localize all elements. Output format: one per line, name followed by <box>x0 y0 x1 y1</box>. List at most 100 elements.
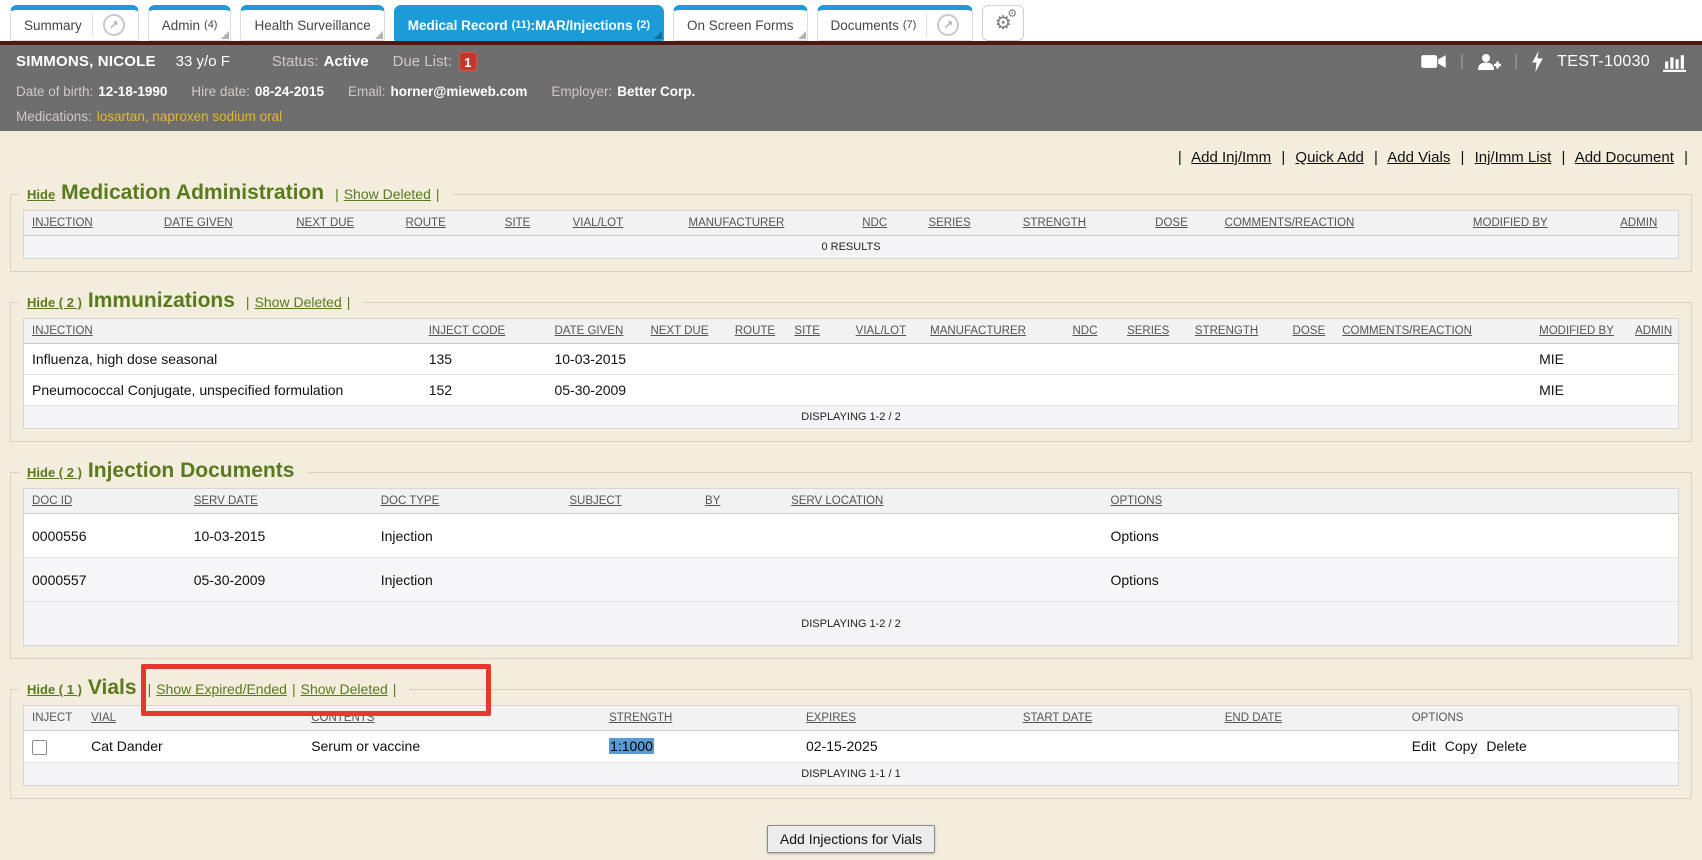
show-expired-ended-link[interactable]: Show Expired/Ended <box>156 676 287 702</box>
add-injections-for-vials-button[interactable]: Add Injections for Vials <box>767 825 935 853</box>
column-header[interactable]: NEXT DUE <box>650 325 708 337</box>
add-person-icon[interactable] <box>1477 53 1501 71</box>
column-header[interactable]: VIAL/LOT <box>573 217 624 229</box>
show-deleted-link[interactable]: Show Deleted <box>344 181 431 207</box>
tab-medical-record-count2: (2) <box>637 19 650 31</box>
column-header[interactable]: INJECT CODE <box>429 325 505 337</box>
column-header[interactable]: BY <box>705 495 720 507</box>
vial-select-checkbox[interactable] <box>32 740 47 755</box>
table-row[interactable]: Influenza, high dose seasonal 135 10-03-… <box>24 344 1679 375</box>
column-header[interactable]: SERV LOCATION <box>791 495 883 507</box>
quick-add-link[interactable]: Quick Add <box>1295 149 1363 166</box>
column-header[interactable]: MANUFACTURER <box>930 325 1026 337</box>
column-header[interactable]: INJECTION <box>32 217 93 229</box>
column-header[interactable]: SERIES <box>928 217 970 229</box>
table-row[interactable]: 0000556 10-03-2015 Injection Options <box>24 514 1679 558</box>
add-document-link[interactable]: Add Document <box>1575 149 1674 166</box>
column-header[interactable]: DATE GIVEN <box>164 217 233 229</box>
column-header[interactable]: ADMIN <box>1635 325 1672 337</box>
column-header[interactable]: ROUTE <box>735 325 775 337</box>
column-header[interactable]: MODIFIED BY <box>1539 325 1614 337</box>
show-deleted-link[interactable]: Show Deleted <box>255 289 342 315</box>
column-header[interactable]: VIAL <box>91 712 116 724</box>
column-header[interactable]: END DATE <box>1225 712 1282 724</box>
inj-imm-list-link[interactable]: Inj/Imm List <box>1475 149 1552 166</box>
column-header[interactable]: INJECTION <box>32 325 93 337</box>
section-legend: Hide ( 1 ) Vials | Show Expired/Ended | … <box>19 675 409 703</box>
tab-admin[interactable]: Admin (4) <box>148 5 232 41</box>
email-value: horner@mieweb.com <box>390 84 527 99</box>
separator: | <box>1461 149 1465 166</box>
tab-bar: Summary ↗ Admin (4) Health Surveillance … <box>0 0 1702 41</box>
column-header[interactable]: NDC <box>1072 325 1097 337</box>
table-row[interactable]: 0000557 05-30-2009 Injection Options <box>24 558 1679 602</box>
separator: | <box>436 181 440 207</box>
section-title: Immunizations <box>88 288 235 314</box>
column-header[interactable]: ROUTE <box>406 217 446 229</box>
column-header[interactable]: NDC <box>862 217 887 229</box>
column-header[interactable]: DOSE <box>1155 217 1188 229</box>
hide-link[interactable]: Hide ( 1 ) <box>27 677 82 703</box>
column-header[interactable]: DOC TYPE <box>381 495 440 507</box>
paging-row: DISPLAYING 1-1 / 1 <box>24 762 1679 785</box>
column-header[interactable]: SUBJECT <box>569 495 621 507</box>
column-header[interactable]: DATE GIVEN <box>554 325 623 337</box>
hide-link[interactable]: Hide ( 2 ) <box>27 460 82 486</box>
column-header[interactable]: ADMIN <box>1620 217 1657 229</box>
column-header[interactable]: STRENGTH <box>609 712 672 724</box>
tab-medical-record-count: (11) <box>512 19 531 31</box>
bar-chart-icon[interactable] <box>1663 52 1686 72</box>
column-header[interactable]: COMMENTS/REACTION <box>1342 325 1472 337</box>
delete-link[interactable]: Delete <box>1486 738 1526 754</box>
column-header[interactable]: SITE <box>505 217 531 229</box>
options-link[interactable]: Options <box>1111 572 1159 588</box>
section-title: Medication Administration <box>61 180 324 206</box>
column-header[interactable]: SERV DATE <box>194 495 258 507</box>
column-header[interactable]: COMMENTS/REACTION <box>1225 217 1355 229</box>
column-header[interactable]: VIAL/LOT <box>856 325 907 337</box>
tab-summary[interactable]: Summary ↗ <box>10 5 139 41</box>
tab-medical-record[interactable]: Medical Record (11) :MAR/Injections (2) <box>394 5 664 41</box>
settings-button[interactable]: ⚙ ⚙ <box>982 5 1024 41</box>
medication-administration-table: INJECTION DATE GIVEN NEXT DUE ROUTE SITE… <box>23 210 1679 259</box>
vial-cell: Cat Dander <box>83 731 303 763</box>
chart-id: TEST-10030 <box>1557 53 1650 71</box>
due-list-badge[interactable]: 1 <box>459 52 477 71</box>
column-header[interactable]: MODIFIED BY <box>1473 217 1548 229</box>
column-header[interactable]: EXPIRES <box>806 712 856 724</box>
column-header[interactable]: DOSE <box>1293 325 1326 337</box>
column-header[interactable]: SERIES <box>1127 325 1169 337</box>
edit-link[interactable]: Edit <box>1412 738 1436 754</box>
column-header[interactable]: STRENGTH <box>1195 325 1258 337</box>
video-camera-icon[interactable] <box>1421 53 1447 70</box>
tab-documents[interactable]: Documents (7) ↗ <box>817 5 974 41</box>
column-header[interactable]: DOC ID <box>32 495 72 507</box>
show-deleted-link[interactable]: Show Deleted <box>301 676 388 702</box>
column-header[interactable]: SITE <box>794 325 820 337</box>
copy-link[interactable]: Copy <box>1445 738 1478 754</box>
hide-link[interactable]: Hide ( 2 ) <box>27 290 82 316</box>
external-link-icon[interactable]: ↗ <box>103 14 125 36</box>
serv-date-cell: 10-03-2015 <box>186 514 373 558</box>
tab-health-surveillance[interactable]: Health Surveillance <box>240 5 384 41</box>
tab-divider <box>92 13 93 37</box>
medications-links[interactable]: losartan, naproxen sodium oral <box>97 109 282 124</box>
column-header[interactable]: STRENGTH <box>1023 217 1086 229</box>
external-link-icon[interactable]: ↗ <box>937 14 959 36</box>
lightning-icon[interactable] <box>1531 51 1544 72</box>
column-header[interactable]: CONTENTS <box>311 712 374 724</box>
column-header[interactable]: OPTIONS <box>1111 495 1163 507</box>
add-inj-imm-link[interactable]: Add Inj/Imm <box>1191 149 1271 166</box>
column-header[interactable]: NEXT DUE <box>296 217 354 229</box>
table-header-row: INJECTION DATE GIVEN NEXT DUE ROUTE SITE… <box>24 211 1679 236</box>
column-header[interactable]: MANUFACTURER <box>688 217 784 229</box>
tab-documents-label: Documents <box>831 18 899 33</box>
options-link[interactable]: Options <box>1111 528 1159 544</box>
add-vials-link[interactable]: Add Vials <box>1387 149 1450 166</box>
table-row[interactable]: Pneumococcal Conjugate, unspecified form… <box>24 375 1679 406</box>
tab-on-screen-forms[interactable]: On Screen Forms <box>673 5 808 41</box>
column-header[interactable]: START DATE <box>1023 712 1092 724</box>
hide-link[interactable]: Hide <box>27 182 55 208</box>
patient-age-sex: 33 y/o F <box>176 53 230 70</box>
table-row[interactable]: Cat Dander Serum or vaccine 1:1000 02-15… <box>24 731 1679 763</box>
